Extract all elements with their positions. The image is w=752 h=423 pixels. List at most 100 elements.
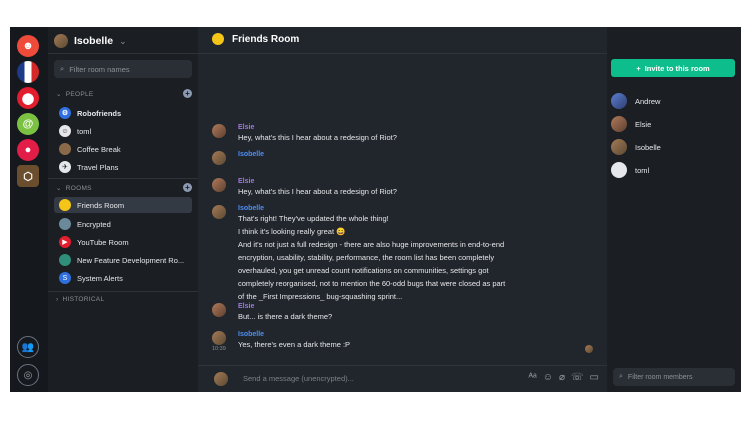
avatar: ☺	[59, 125, 71, 137]
avatar	[611, 93, 627, 109]
message-sender[interactable]: Elsie	[238, 178, 397, 185]
avatar[interactable]	[212, 303, 226, 317]
divider	[48, 178, 198, 179]
avatar[interactable]	[212, 178, 226, 192]
community-icon[interactable]	[17, 61, 39, 83]
room-item-toml[interactable]: ☺ toml	[54, 123, 192, 139]
community-icon[interactable]: ⬤	[17, 87, 39, 109]
divider	[48, 291, 198, 292]
message-text: Hey, what's this I hear about a redesign…	[238, 187, 397, 196]
chevron-right-icon: ›	[56, 296, 59, 303]
message-sender[interactable]: Isobelle	[238, 151, 264, 165]
airplane-icon: ✈	[59, 161, 71, 173]
room-filter-input[interactable]: ⌕ Filter room names	[54, 60, 192, 78]
chevron-down-icon: ⌄	[119, 35, 127, 46]
avatar[interactable]	[212, 331, 226, 345]
avatar	[611, 116, 627, 132]
room-view: Friends Room Elsie Hey, what's this I he…	[198, 27, 607, 392]
avatar[interactable]	[212, 151, 226, 165]
room-item-system-alerts[interactable]: S System Alerts	[54, 270, 192, 286]
message-text: That's right! They've updated the whole …	[238, 214, 389, 223]
voice-call-icon[interactable]: ☏	[571, 372, 584, 383]
message-sender[interactable]: Isobelle	[238, 331, 350, 338]
room-list-panel: Isobelle ⌄ ⌕ Filter room names ⌄ PEOPLE …	[48, 27, 198, 392]
message-composer: Send a message (unencrypted)... ᴬᵃ ☺ ⌀ ☏…	[198, 365, 607, 392]
video-call-icon[interactable]: ▭	[590, 372, 599, 383]
member-item[interactable]: Elsie	[611, 116, 651, 132]
room-item-new-feature[interactable]: New Feature Development Ro...	[54, 252, 192, 268]
chevron-down-icon: ⌄	[56, 91, 62, 98]
avatar	[214, 372, 228, 386]
message: Elsie Hey, what's this I hear about a re…	[212, 178, 397, 198]
emoji-picker-icon[interactable]: ☺	[543, 372, 553, 383]
member-filter-input[interactable]: ⌕ Filter room members	[613, 368, 735, 386]
room-item-coffee-break[interactable]: Coffee Break	[54, 141, 192, 157]
room-item-youtube-room[interactable]: ▶ YouTube Room	[54, 234, 192, 250]
room-item-robofriends[interactable]: ⚙ Robofriends	[54, 105, 192, 121]
avatar	[611, 162, 627, 178]
avatar[interactable]	[212, 205, 226, 219]
message-text: Hey, what's this I hear about a redesign…	[238, 133, 397, 142]
leaf-icon	[59, 254, 71, 266]
people-section-header[interactable]: ⌄ PEOPLE	[56, 90, 94, 99]
composer-actions: ᴬᵃ ☺ ⌀ ☏ ▭	[529, 372, 599, 383]
rooms-section-header[interactable]: ⌄ ROOMS	[56, 184, 92, 193]
message-timestamp: 10:39	[212, 346, 226, 352]
member-item[interactable]: Andrew	[611, 93, 660, 109]
divider	[48, 53, 198, 54]
room-header: Friends Room	[198, 27, 607, 54]
room-filter-placeholder: Filter room names	[69, 64, 130, 74]
add-people-button[interactable]: +	[183, 89, 192, 98]
message-text: encryption, usability, stability, perfor…	[238, 253, 495, 262]
member-item[interactable]: toml	[611, 162, 649, 178]
add-room-button[interactable]: +	[183, 183, 192, 192]
room-avatar	[212, 33, 224, 45]
lock-icon	[59, 218, 71, 230]
message-sender[interactable]: Elsie	[238, 124, 397, 131]
explore-icon[interactable]: ◎	[17, 364, 39, 386]
message-text: But... is there a dark theme?	[238, 312, 333, 321]
attachment-icon[interactable]: ⌀	[559, 372, 565, 383]
avatar	[611, 139, 627, 155]
member-item[interactable]: Isobelle	[611, 139, 661, 155]
chevron-down-icon: ⌄	[56, 185, 62, 192]
message-text: of the _First Impressions_ bug-squashing…	[238, 292, 403, 301]
community-rail: ☻ ⬤ @ ● ⬡ 👥 ◎	[10, 27, 48, 392]
room-title[interactable]: Friends Room	[212, 33, 299, 45]
room-item-travel-plans[interactable]: ✈ Travel Plans	[54, 159, 192, 175]
message-text: I think it's looking really great 😄	[238, 227, 346, 236]
emoji-icon	[59, 199, 71, 211]
community-icon[interactable]: ●	[17, 139, 39, 161]
member-panel: + Invite to this room Andrew Elsie Isobe…	[607, 27, 741, 392]
people-icon[interactable]: 👥	[17, 336, 39, 358]
historical-section-header[interactable]: › HISTORICAL	[56, 296, 104, 303]
message-sender[interactable]: Isobelle	[238, 205, 505, 212]
room-item-friends-room[interactable]: Friends Room	[54, 197, 192, 213]
search-icon: ⌕	[619, 373, 623, 380]
invite-button[interactable]: + Invite to this room	[611, 59, 735, 77]
community-icon[interactable]: @	[17, 113, 39, 135]
community-icon[interactable]: ☻	[17, 35, 39, 57]
read-receipt-avatar[interactable]	[585, 345, 593, 353]
system-icon: S	[59, 272, 71, 284]
community-icon[interactable]: ⬡	[17, 165, 39, 187]
search-icon: ⌕	[60, 64, 65, 73]
message: Isobelle	[212, 151, 264, 165]
message: Isobelle Yes, there's even a dark theme …	[212, 331, 350, 351]
coffee-icon	[59, 143, 71, 155]
message-text: And it's not just a full redesign - ther…	[238, 240, 505, 249]
message-sender[interactable]: Elsie	[238, 303, 332, 310]
user-menu[interactable]: Isobelle ⌄	[54, 33, 127, 49]
avatar	[54, 34, 68, 48]
formatting-icon[interactable]: ᴬᵃ	[529, 372, 537, 383]
message-input[interactable]: Send a message (unencrypted)...	[243, 374, 354, 383]
user-name: Isobelle	[74, 35, 114, 47]
avatar[interactable]	[212, 124, 226, 138]
message-text: Yes, there's even a dark theme :P	[238, 340, 351, 349]
play-icon: ▶	[59, 236, 71, 248]
add-user-icon: +	[636, 63, 641, 73]
room-item-encrypted[interactable]: Encrypted	[54, 216, 192, 232]
message-text: completely reorganised, not to mention t…	[238, 279, 506, 288]
robot-icon: ⚙	[59, 107, 71, 119]
message: Elsie But... is there a dark theme?	[212, 303, 332, 323]
